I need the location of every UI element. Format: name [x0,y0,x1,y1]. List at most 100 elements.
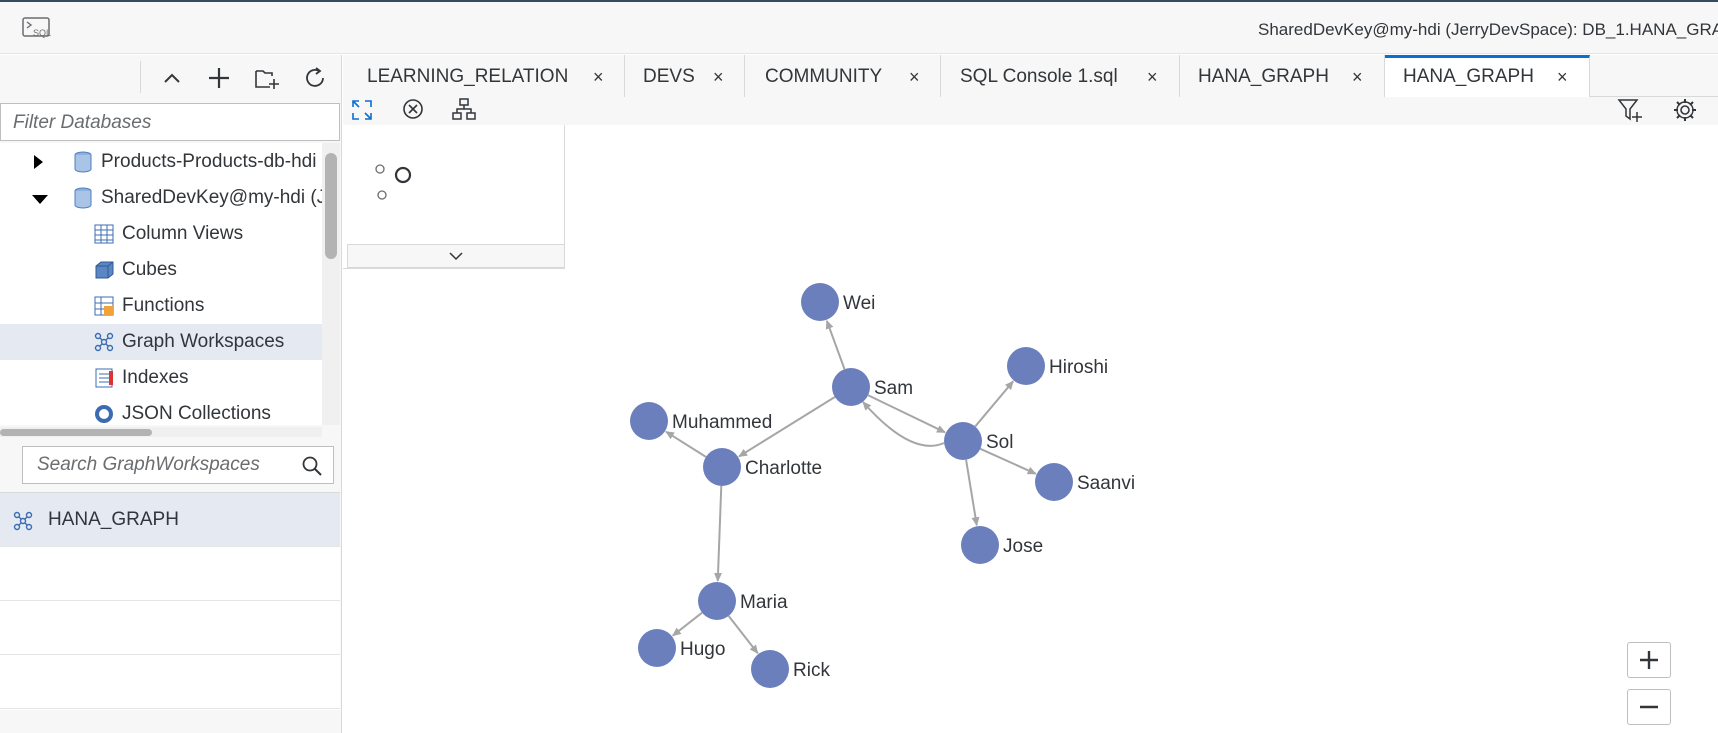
zoom-in-button[interactable] [1627,642,1671,678]
node-label: Hiroshi [1049,357,1108,378]
search-icon[interactable] [301,455,323,477]
close-icon[interactable]: × [1147,67,1158,88]
graph-node-saanvi[interactable]: Saanvi [1035,463,1135,501]
node-circle[interactable] [1007,347,1045,385]
graph-edge-sam-wei[interactable] [825,319,846,370]
node-circle[interactable] [961,526,999,564]
zoom-out-button[interactable] [1627,689,1671,725]
tab-label: LEARNING_RELATION [367,66,569,87]
scrollbar-thumb[interactable] [0,429,152,436]
tab-hana-graph[interactable]: HANA_GRAPH × [1180,55,1385,97]
tab-hana-graph-active[interactable]: HANA_GRAPH × [1385,55,1590,97]
graph-node-maria[interactable]: Maria [698,582,788,620]
tab-label: SQL Console 1.sql [960,66,1118,87]
tab-label: HANA_GRAPH [1198,66,1329,87]
close-icon[interactable]: × [1352,67,1363,88]
close-icon[interactable]: × [593,67,604,88]
graph-node-jose[interactable]: Jose [961,526,1043,564]
tree-item-graph-workspaces[interactable]: Graph Workspaces [0,324,322,360]
graph-canvas[interactable]: Wei Sam Hiroshi Muhammed Charlotte Sol Saanvi J… [343,97,1718,733]
graph-icon [13,511,33,531]
graph-edge-sam-sol[interactable] [867,394,946,434]
database-explorer-panel: Filter Databases Products-Products-db-hd… [0,55,342,733]
expand-arrow-icon[interactable] [34,155,43,169]
list-item [0,547,340,601]
node-label: Rick [793,660,830,681]
tree-item-label: JSON Collections [122,403,271,424]
tab-label: COMMUNITY [765,66,883,87]
close-icon[interactable]: × [1557,67,1568,88]
node-circle[interactable] [944,422,982,460]
graph-edge-maria-hugo[interactable] [671,611,703,637]
tab-devs[interactable]: DEVS × [625,55,745,97]
node-label: Muhammed [672,412,772,433]
node-circle[interactable] [703,448,741,486]
tree-item-label: SharedDevKey@my-hdi (JerryDevSpace) [101,187,322,208]
database-tree: Products-Products-db-hdi SharedDevKey@my… [0,143,322,425]
editor-tab-bar: LEARNING_RELATION × DEVS × COMMUNITY × S… [343,55,1718,97]
node-label: Saanvi [1077,473,1135,494]
tab-sql-console[interactable]: SQL Console 1.sql × [941,55,1180,97]
tree-item-products-db[interactable]: Products-Products-db-hdi [0,144,322,180]
refresh-button[interactable] [300,63,330,93]
tree-item-json-collections[interactable]: JSON Collections [0,396,322,425]
node-circle[interactable] [751,650,789,688]
graph-node-sam[interactable]: Sam [832,368,913,406]
graph-icon [94,332,114,352]
add-folder-icon [255,70,279,89]
sql-console-icon[interactable]: SQL [22,17,54,39]
cube-icon [95,261,114,279]
node-circle[interactable] [630,402,668,440]
title-bar: SQL SharedDevKey@my-hdi (JerryDevSpace):… [0,2,1718,54]
tree-item-shareddevkey[interactable]: SharedDevKey@my-hdi (JerryDevSpace) [0,180,322,216]
tree-item-label: Functions [122,295,205,316]
list-item[interactable]: HANA_GRAPH [0,493,340,547]
graph-node-hiroshi[interactable]: Hiroshi [1007,347,1108,385]
filter-databases-input[interactable]: Filter Databases [0,103,340,141]
collapse-arrow-icon[interactable] [32,195,48,204]
add-folder-button[interactable] [252,63,282,93]
graph-edge-maria-rick[interactable] [727,615,759,655]
graph-edge-sol-jose[interactable] [965,459,980,527]
graph-nodes: Wei Sam Hiroshi Muhammed Charlotte Sol Saanvi J… [630,283,1135,688]
graph-node-rick[interactable]: Rick [751,650,830,688]
graph-node-charlotte[interactable]: Charlotte [703,448,822,486]
graph-node-hugo[interactable]: Hugo [638,629,725,667]
index-icon [95,368,113,388]
search-input[interactable] [23,447,291,483]
tree-item-functions[interactable]: Functions [0,288,322,324]
node-circle[interactable] [832,368,870,406]
graph-edge-sol-sam[interactable] [862,401,945,447]
chevron-up-icon [164,73,180,83]
tree-item-cubes[interactable]: Cubes [0,252,322,288]
node-label: Wei [843,293,875,314]
graph-node-wei[interactable]: Wei [801,283,875,321]
tree-item-label: Cubes [122,259,177,280]
tree-item-label: Graph Workspaces [122,331,285,352]
node-circle[interactable] [1035,463,1073,501]
tree-horizontal-scrollbar[interactable] [0,427,322,437]
graph-node-muhammed[interactable]: Muhammed [630,402,772,440]
tab-community[interactable]: COMMUNITY × [745,55,941,97]
tree-vertical-scrollbar[interactable] [322,143,340,425]
graph-edge-charlotte-maria[interactable] [714,485,723,583]
scrollbar-thumb[interactable] [325,153,337,259]
svg-text:SQL: SQL [33,28,51,38]
node-label: Maria [740,592,788,613]
refresh-icon [306,67,324,87]
collapse-button[interactable] [157,63,187,93]
close-icon[interactable]: × [909,67,920,88]
graph-node-sol[interactable]: Sol [944,422,1013,460]
tree-item-indexes[interactable]: Indexes [0,360,322,396]
close-icon[interactable]: × [713,67,724,88]
node-label: Jose [1003,536,1043,557]
function-icon [94,296,114,316]
graph-edge-charlotte-muhammed[interactable] [665,430,707,458]
node-circle[interactable] [698,582,736,620]
add-database-button[interactable] [204,63,234,93]
graph-edge-sol-hiroshi[interactable] [974,380,1014,428]
node-circle[interactable] [801,283,839,321]
node-circle[interactable] [638,629,676,667]
tab-learning-relation[interactable]: LEARNING_RELATION × [343,55,625,97]
tree-item-column-views[interactable]: Column Views [0,216,322,252]
